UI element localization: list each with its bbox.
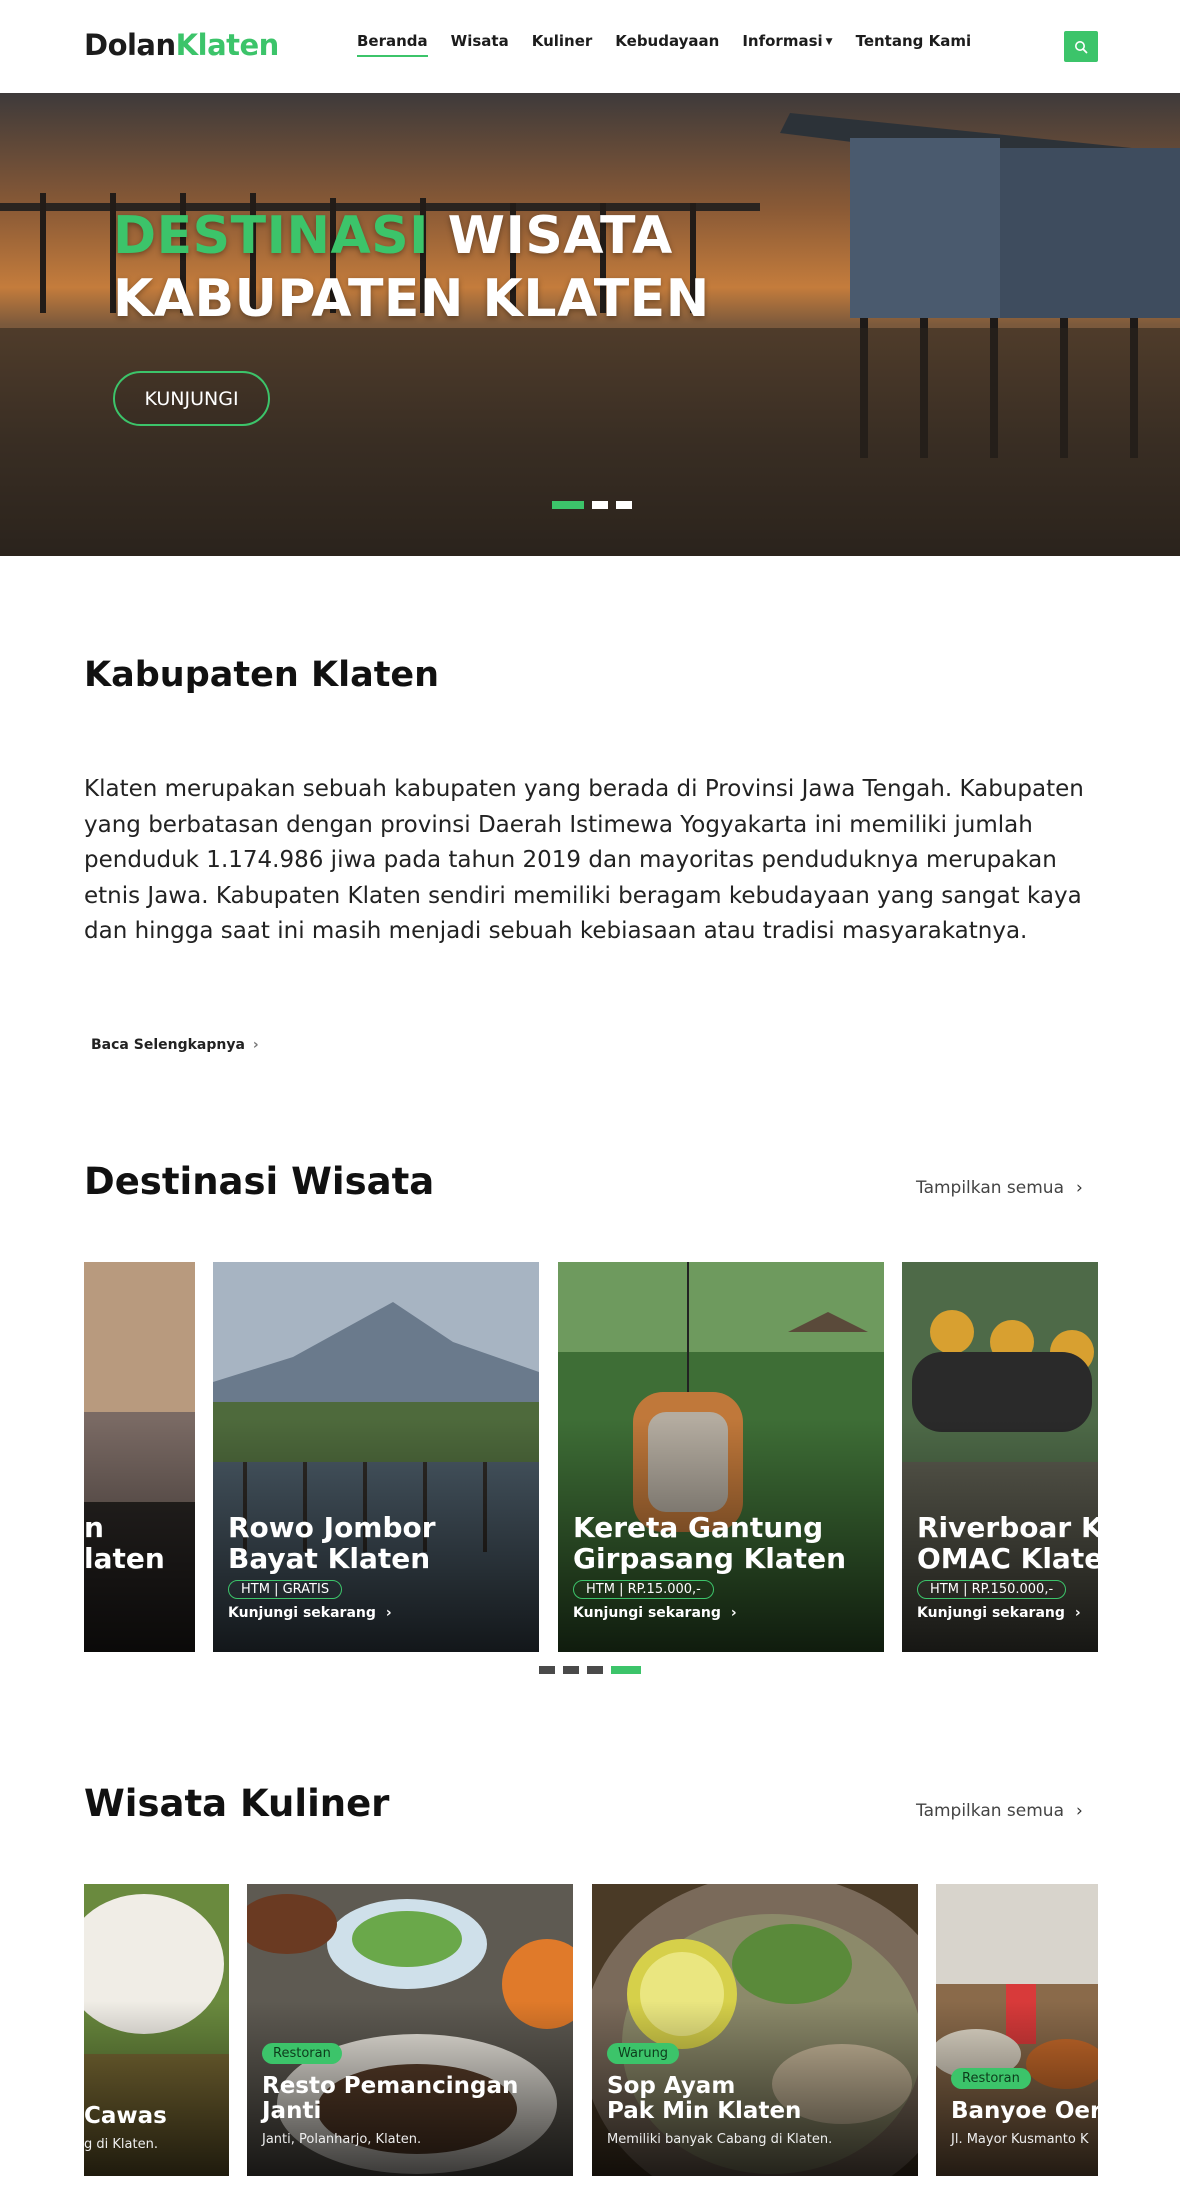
culinary-title-3a: Sop Ayam bbox=[607, 2073, 736, 2099]
culinary-title-2b: Janti bbox=[262, 2098, 322, 2124]
destination-info-3: Kereta Gantung Girpasang Klaten HTM | RP… bbox=[573, 1512, 846, 1621]
culinary-show-all[interactable]: Tampilkan semua › bbox=[916, 1801, 1083, 1821]
destination-title-3b: Girpasang Klaten bbox=[573, 1542, 847, 1575]
culinary-card-4[interactable]: Restoran Banyoe Oerie Jl. Mayor Kusmanto… bbox=[936, 1884, 1098, 2176]
destination-title-4a: Riverboar Ka bbox=[917, 1511, 1098, 1544]
destination-info-4: Riverboar Ka OMAC Klater HTM | RP.150.00… bbox=[917, 1512, 1098, 1621]
hero-title-white-2: KABUPATEN KLATEN bbox=[113, 269, 710, 329]
destinations-show-all[interactable]: Tampilkan semua › bbox=[916, 1178, 1083, 1198]
culinary-badge-2: Restoran bbox=[262, 2043, 342, 2064]
caret-down-icon: ▼ bbox=[825, 37, 833, 47]
destination-card-3[interactable]: Kereta Gantung Girpasang Klaten HTM | RP… bbox=[558, 1262, 884, 1652]
about-title: Kabupaten Klaten bbox=[84, 655, 440, 695]
destinations-dot-2[interactable] bbox=[563, 1666, 579, 1674]
culinary-desc-4: Jl. Mayor Kusmanto K bbox=[951, 2132, 1089, 2147]
destination-title-2a: Rowo Jombor bbox=[228, 1511, 436, 1544]
main-nav: Beranda Wisata Kuliner Kebudayaan Inform… bbox=[357, 32, 971, 57]
culinary-title: Wisata Kuliner bbox=[84, 1782, 390, 1825]
destination-title-1a: n bbox=[84, 1511, 104, 1544]
nav-item-wisata[interactable]: Wisata bbox=[451, 32, 509, 57]
culinary-badge-4: Restoran bbox=[951, 2068, 1031, 2089]
culinary-desc-1: g di Klaten. bbox=[84, 2137, 158, 2152]
read-more-label: Baca Selengkapnya bbox=[91, 1037, 245, 1053]
nav-item-beranda[interactable]: Beranda bbox=[357, 32, 428, 57]
hero-title-green: DESTINASI bbox=[113, 206, 430, 266]
destination-title-3a: Kereta Gantung bbox=[573, 1511, 824, 1544]
culinary-card-3[interactable]: Warung Sop Ayam Pak Min Klaten Memiliki … bbox=[592, 1884, 918, 2176]
chevron-right-icon: › bbox=[1074, 1605, 1081, 1621]
destinations-dot-3[interactable] bbox=[587, 1666, 603, 1674]
destination-visit-label-4: Kunjungi sekarang bbox=[917, 1605, 1065, 1621]
destination-visit-label-3: Kunjungi sekarang bbox=[573, 1605, 721, 1621]
nav-item-kebudayaan[interactable]: Kebudayaan bbox=[615, 32, 719, 57]
nav-item-kuliner[interactable]: Kuliner bbox=[532, 32, 593, 57]
culinary-card-1[interactable]: Cawas g di Klaten. bbox=[84, 1884, 229, 2176]
destinations-show-all-label: Tampilkan semua bbox=[916, 1178, 1064, 1198]
culinary-info-4: Restoran Banyoe Oerie Jl. Mayor Kusmanto… bbox=[951, 2067, 1098, 2147]
hero-pagination bbox=[552, 501, 632, 509]
destination-title-2b: Bayat Klaten bbox=[228, 1542, 431, 1575]
culinary-title-3b: Pak Min Klaten bbox=[607, 2098, 802, 2124]
culinary-info-3: Warung Sop Ayam Pak Min Klaten Memiliki … bbox=[607, 2042, 832, 2147]
culinary-card-2[interactable]: Restoran Resto Pemancingan Janti Janti, … bbox=[247, 1884, 573, 2176]
navbar: DolanKlaten Beranda Wisata Kuliner Kebud… bbox=[0, 0, 1180, 93]
destinations-dot-1[interactable] bbox=[539, 1666, 555, 1674]
destinations-title: Destinasi Wisata bbox=[84, 1160, 435, 1203]
hero-carousel: DESTINASI WISATA KABUPATEN KLATEN KUNJUN… bbox=[0, 93, 1180, 556]
chevron-right-icon: › bbox=[1076, 1178, 1083, 1198]
chevron-right-icon: › bbox=[1076, 1801, 1083, 1821]
search-button[interactable] bbox=[1064, 31, 1098, 62]
destination-htm-4: HTM | RP.150.000,- bbox=[917, 1580, 1067, 1599]
culinary-badge-3: Warung bbox=[607, 2043, 680, 2064]
destination-card-1[interactable]: n laten bbox=[84, 1262, 195, 1652]
hero-title-white-1: WISATA bbox=[447, 206, 673, 266]
nav-item-tentang-kami[interactable]: Tentang Kami bbox=[856, 32, 972, 57]
destinations-dot-4[interactable] bbox=[611, 1666, 641, 1674]
nav-item-informasi[interactable]: Informasi ▼ bbox=[742, 32, 832, 57]
destination-title-4b: OMAC Klater bbox=[917, 1542, 1098, 1575]
culinary-info-1: Cawas g di Klaten. bbox=[84, 2094, 167, 2153]
destination-visit-3[interactable]: Kunjungi sekarang › bbox=[573, 1605, 846, 1621]
hero-dot-2[interactable] bbox=[592, 501, 608, 509]
destination-info-2: Rowo Jombor Bayat Klaten HTM | GRATIS Ku… bbox=[228, 1512, 436, 1621]
about-text: Klaten merupakan sebuah kabupaten yang b… bbox=[84, 776, 1084, 944]
hero-dot-3[interactable] bbox=[616, 501, 632, 509]
site-logo[interactable]: DolanKlaten bbox=[84, 28, 279, 62]
culinary-desc-3: Memiliki banyak Cabang di Klaten. bbox=[607, 2132, 833, 2147]
culinary-title-4: Banyoe Oerie bbox=[951, 2098, 1098, 2124]
destination-visit-label-2: Kunjungi sekarang bbox=[228, 1605, 376, 1621]
destination-title-1b: laten bbox=[84, 1542, 165, 1575]
destination-htm-2: HTM | GRATIS bbox=[228, 1580, 343, 1599]
destinations-carousel: n laten Rowo Jombor Bayat Klaten HTM | G… bbox=[84, 1262, 1098, 1652]
destination-htm-3: HTM | RP.15.000,- bbox=[573, 1580, 714, 1599]
destination-info-1: n laten bbox=[84, 1512, 165, 1574]
culinary-carousel: Cawas g di Klaten. Restoran Resto Pemanc… bbox=[84, 1884, 1098, 2176]
chevron-right-icon: › bbox=[252, 1037, 259, 1053]
hero-visit-button[interactable]: KUNJUNGI bbox=[113, 371, 270, 426]
culinary-title-2a: Resto Pemancingan bbox=[262, 2073, 519, 2099]
logo-part-dolan: Dolan bbox=[84, 28, 176, 62]
destination-visit-4[interactable]: Kunjungi sekarang › bbox=[917, 1605, 1098, 1621]
nav-item-informasi-label: Informasi bbox=[742, 32, 823, 50]
hero-dot-1[interactable] bbox=[552, 501, 584, 509]
culinary-title-1: Cawas bbox=[84, 2103, 167, 2129]
destination-card-4[interactable]: Riverboar Ka OMAC Klater HTM | RP.150.00… bbox=[902, 1262, 1098, 1652]
destinations-pagination bbox=[539, 1666, 641, 1674]
culinary-info-2: Restoran Resto Pemancingan Janti Janti, … bbox=[262, 2042, 518, 2147]
destination-card-2[interactable]: Rowo Jombor Bayat Klaten HTM | GRATIS Ku… bbox=[213, 1262, 539, 1652]
search-icon bbox=[1075, 40, 1088, 53]
culinary-desc-2: Janti, Polanharjo, Klaten. bbox=[262, 2132, 422, 2147]
chevron-right-icon: › bbox=[730, 1605, 737, 1621]
logo-part-klaten: Klaten bbox=[175, 28, 280, 62]
hero-title: DESTINASI WISATA KABUPATEN KLATEN bbox=[113, 205, 710, 331]
chevron-right-icon: › bbox=[385, 1605, 392, 1621]
read-more-link[interactable]: Baca Selengkapnya › bbox=[91, 1037, 259, 1053]
culinary-show-all-label: Tampilkan semua bbox=[916, 1801, 1064, 1821]
destination-visit-2[interactable]: Kunjungi sekarang › bbox=[228, 1605, 436, 1621]
